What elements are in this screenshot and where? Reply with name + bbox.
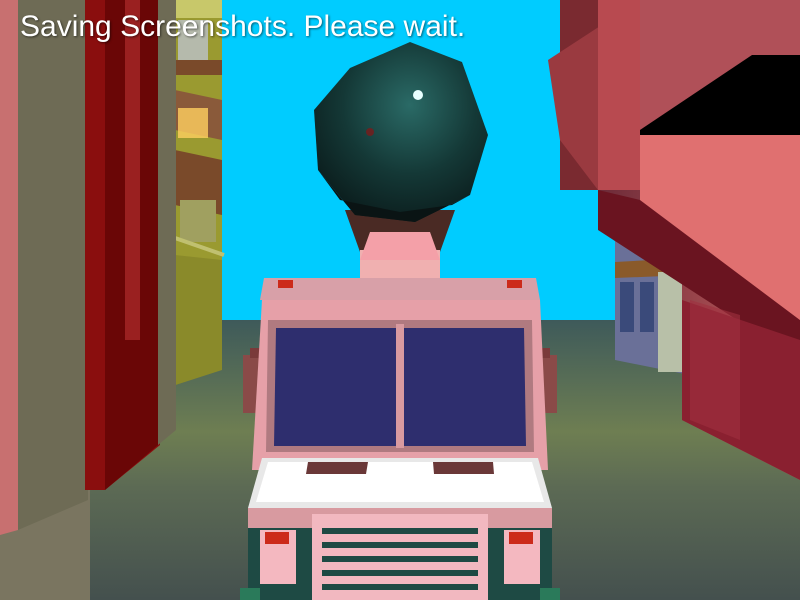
ice-cream-van xyxy=(240,278,560,600)
game-scene xyxy=(0,0,800,600)
game-viewport[interactable]: Saving Screenshots. Please wait. xyxy=(0,0,800,600)
